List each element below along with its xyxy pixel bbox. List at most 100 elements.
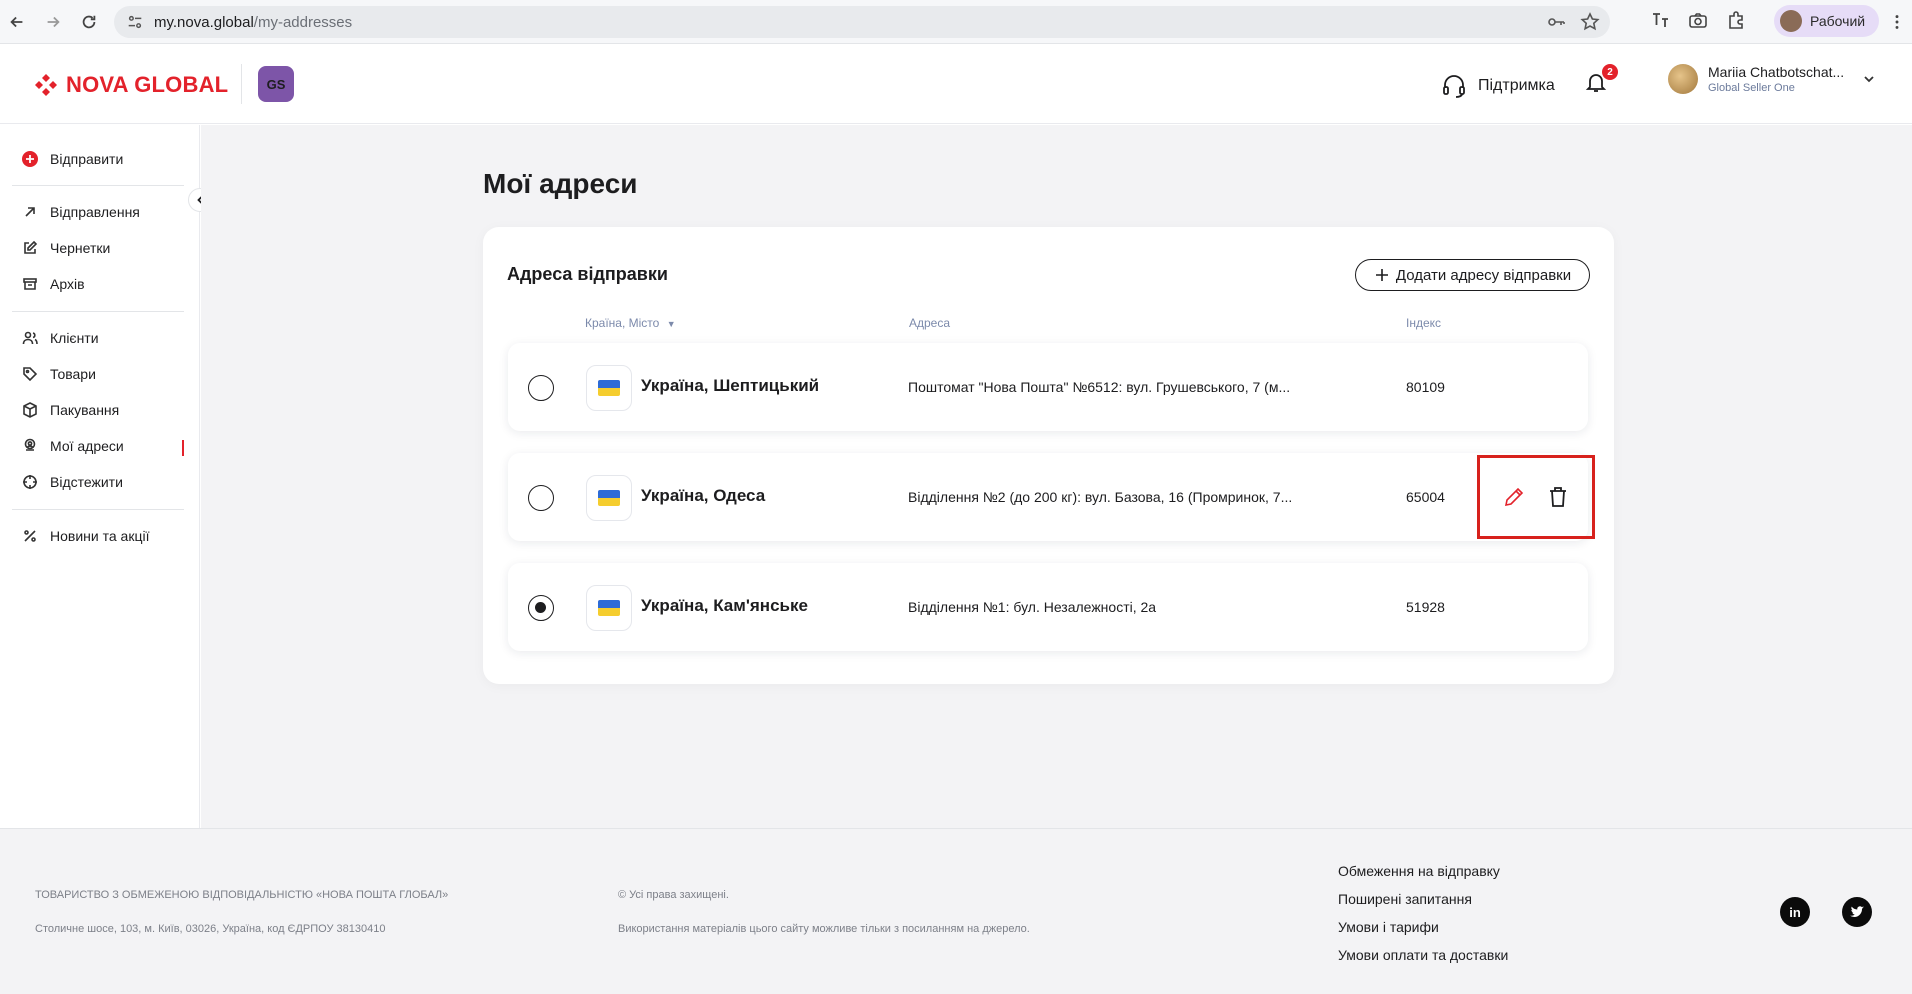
sidebar-item-shipments[interactable]: Відправлення <box>22 204 140 220</box>
support-label: Підтримка <box>1478 77 1555 94</box>
sidebar-item-clients[interactable]: Клієнти <box>22 330 99 346</box>
address-text: Поштомат "Нова Пошта" №6512: вул. Грушев… <box>908 379 1291 395</box>
users-icon <box>22 331 38 345</box>
sidebar-item-news[interactable]: Новини та акції <box>22 528 149 544</box>
logo-divider <box>241 64 242 104</box>
plus-circle-icon <box>22 151 38 167</box>
column-header-index: Індекс <box>1406 316 1442 330</box>
sidebar-item-drafts[interactable]: Чернетки <box>22 240 110 256</box>
sort-down-icon: ▼ <box>666 319 676 329</box>
page-title: Мої адреси <box>483 168 638 199</box>
user-menu[interactable]: Mariia Chatbotschat... Global Seller One <box>1668 64 1876 94</box>
logo-text: NOVA GLOBAL <box>66 72 229 97</box>
sidebar-item-label: Товари <box>50 366 96 382</box>
address-city: Україна, Одеса <box>641 486 766 505</box>
sidebar-item-packaging[interactable]: Пакування <box>22 402 119 418</box>
global-seller-badge[interactable]: GS <box>258 66 294 102</box>
notifications-count-badge: 2 <box>1602 64 1618 80</box>
user-avatar <box>1668 64 1698 94</box>
linkedin-icon[interactable]: in <box>1780 897 1810 927</box>
bookmark-star-icon[interactable] <box>1580 12 1600 32</box>
address-city: Україна, Шептицький <box>641 376 820 395</box>
box-icon <box>23 402 37 418</box>
sidebar-item-label: Відправити <box>50 151 124 167</box>
browser-profile-button[interactable]: Рабочий <box>1774 5 1880 37</box>
sidebar-item-label: Чернетки <box>50 240 111 256</box>
forward-icon[interactable] <box>36 5 70 39</box>
extensions-puzzle-icon[interactable] <box>1726 10 1746 30</box>
sidebar: Відправити Відправлення Чернетки Архів К… <box>0 125 212 828</box>
browser-toolbar: my.nova.global/my-addresses Рабочий <box>0 0 1912 44</box>
tag-icon <box>23 367 38 382</box>
address-index: 65004 <box>1406 489 1445 505</box>
translate-extension-icon[interactable] <box>1650 10 1670 30</box>
sidebar-item-label: Новини та акції <box>50 528 150 544</box>
nova-global-logo[interactable]: NOVA GLOBAL <box>34 72 228 98</box>
archive-icon <box>23 278 37 290</box>
sidebar-item-products[interactable]: Товари <box>22 366 96 382</box>
column-header-address: Адреса <box>909 316 951 330</box>
sidebar-item-label: Пакування <box>50 402 120 418</box>
footer-address: Столичне шосе, 103, м. Київ, 03026, Укра… <box>35 923 386 935</box>
arrow-up-right-icon <box>25 207 35 217</box>
sidebar-item-label: Клієнти <box>50 330 99 346</box>
address-row[interactable]: Україна, Шептицький Поштомат "Нова Пошта… <box>508 343 1588 431</box>
back-icon[interactable] <box>0 5 34 39</box>
footer-company: ТОВАРИСТВО З ОБМЕЖЕНОЮ ВІДПОВІДАЛЬНІСТЮ … <box>35 889 449 901</box>
camera-icon[interactable] <box>1688 10 1708 30</box>
add-address-label: Додати адресу відправки <box>1395 266 1572 284</box>
site-settings-icon[interactable] <box>126 13 144 31</box>
app-header: NOVA GLOBAL GS Підтримка 2 Mariia Chatbo… <box>0 44 1912 124</box>
plus-icon <box>1375 269 1388 281</box>
footer-link-payment-delivery[interactable]: Умови оплати та доставки <box>1338 947 1508 963</box>
sidebar-item-archive[interactable]: Архів <box>22 276 85 292</box>
section-title: Адреса відправки <box>507 264 668 284</box>
sidebar-divider <box>12 509 184 510</box>
location-user-icon <box>24 438 36 451</box>
sidebar-item-my-addresses[interactable]: Мої адреси <box>22 438 124 454</box>
sidebar-item-label: Відправлення <box>50 204 140 220</box>
sidebar-item-send[interactable]: Відправити <box>22 151 123 167</box>
crosshair-icon <box>23 475 37 489</box>
reload-icon[interactable] <box>72 5 106 39</box>
browser-menu-icon[interactable] <box>1888 12 1906 32</box>
footer-link-faq[interactable]: Поширені запитання <box>1338 891 1472 907</box>
url-host: my.nova.global <box>154 13 254 31</box>
edit-pencil-icon[interactable] <box>1502 485 1526 509</box>
address-bar[interactable]: my.nova.global/my-addresses <box>114 6 1610 38</box>
address-index: 51928 <box>1406 599 1445 615</box>
address-row[interactable]: Україна, Одеса Відділення №2 (до 200 кг)… <box>508 453 1588 541</box>
address-index: 80109 <box>1406 379 1445 395</box>
sidebar-divider <box>12 185 184 186</box>
sidebar-item-label: Відстежити <box>50 474 123 490</box>
row-actions-highlight <box>1477 455 1595 539</box>
sidebar-item-label: Архів <box>50 276 85 292</box>
address-radio[interactable] <box>528 375 554 401</box>
percent-icon <box>24 530 36 542</box>
twitter-icon[interactable] <box>1842 897 1872 927</box>
ukraine-flag-icon <box>586 365 632 411</box>
footer: ТОВАРИСТВО З ОБМЕЖЕНОЮ ВІДПОВІДАЛЬНІСТЮ … <box>0 828 1912 994</box>
address-radio[interactable] <box>528 595 554 621</box>
user-role: Global Seller One <box>1708 82 1795 94</box>
footer-link-restrictions[interactable]: Обмеження на відправку <box>1338 863 1500 879</box>
footer-usage: Використання матеріалів цього сайту можл… <box>618 923 1030 935</box>
support-link[interactable]: Підтримка <box>1440 72 1555 100</box>
column-header-country-city[interactable]: Країна, Місто ▼ <box>585 316 676 330</box>
profile-avatar <box>1780 10 1802 32</box>
headset-icon <box>1443 75 1465 98</box>
trash-icon[interactable] <box>1546 485 1570 509</box>
add-address-button[interactable]: Додати адресу відправки <box>1355 259 1590 291</box>
notifications-button[interactable]: 2 <box>1584 64 1618 98</box>
footer-link-tariffs[interactable]: Умови і тарифи <box>1338 919 1439 935</box>
chevron-down-icon[interactable] <box>1862 72 1876 86</box>
edit-icon <box>24 240 38 254</box>
address-text: Відділення №2 (до 200 кг): вул. Базова, … <box>908 489 1293 505</box>
address-row[interactable]: Україна, Кам'янське Відділення №1: бул. … <box>508 563 1588 651</box>
sidebar-item-track[interactable]: Відстежити <box>22 474 123 490</box>
address-city: Україна, Кам'янське <box>641 596 808 615</box>
address-radio[interactable] <box>528 485 554 511</box>
ukraine-flag-icon <box>586 585 632 631</box>
password-key-icon[interactable] <box>1546 12 1566 32</box>
footer-rights: © Усі права захищені. <box>618 889 729 901</box>
